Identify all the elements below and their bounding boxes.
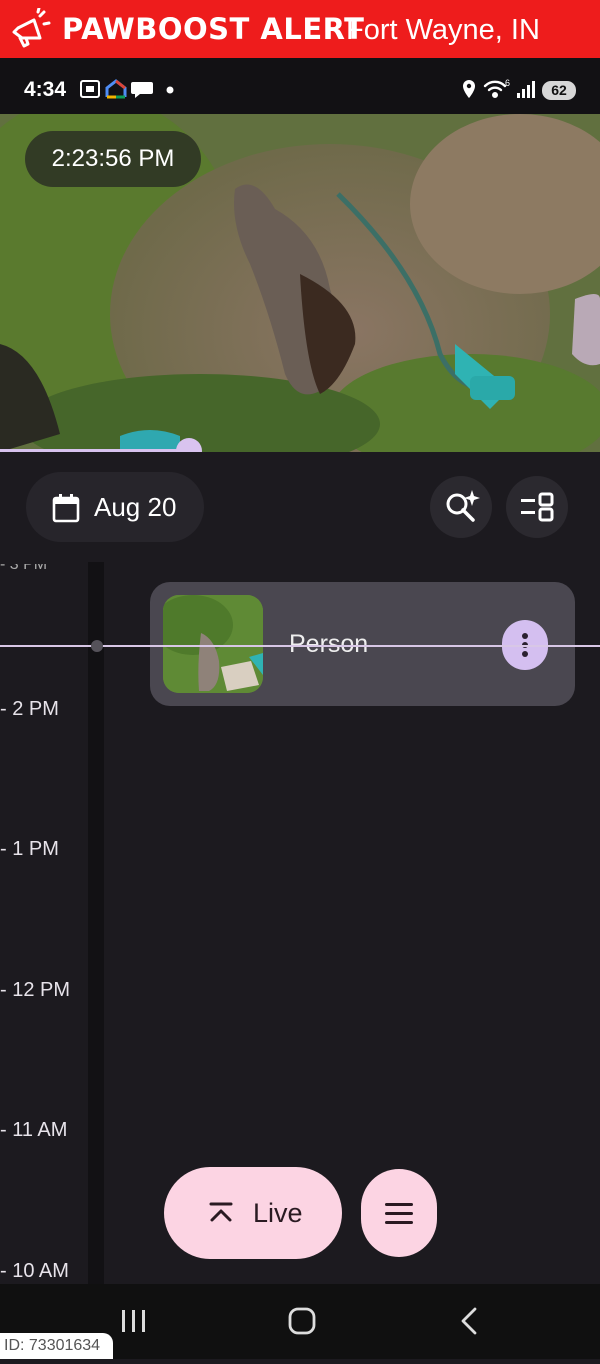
timeline-track (88, 562, 104, 1359)
camera-timestamp: 2:23:56 PM (25, 131, 201, 187)
home-icon[interactable] (288, 1307, 316, 1335)
smart-search-button[interactable] (430, 476, 492, 538)
event-thumbnail[interactable] (163, 595, 263, 693)
hour-label: - 2 PM (0, 698, 59, 720)
recent-apps-icon[interactable] (122, 1310, 145, 1332)
live-label: Live (253, 1198, 303, 1228)
wifi-icon (483, 80, 507, 99)
svg-text:6: 6 (505, 78, 510, 88)
listing-id: ID: 73301634 (0, 1333, 113, 1359)
screenshot-icon (80, 80, 100, 98)
date-picker-button[interactable]: Aug 20 (26, 472, 204, 542)
battery-indicator: 62 (542, 81, 576, 100)
current-time-indicator (0, 645, 600, 647)
jump-to-live-icon (209, 1202, 233, 1222)
menu-icon (385, 1203, 413, 1224)
location-icon (463, 80, 475, 98)
event-thumbnail-image (163, 595, 263, 693)
status-bar: 4:34 6 62 (0, 58, 600, 114)
hour-label: - 1 PM (0, 838, 59, 860)
system-icons: 6 (463, 78, 535, 99)
hour-label: - 10 AM (0, 1260, 69, 1282)
google-home-icon (105, 79, 127, 99)
live-button[interactable]: Live (164, 1167, 342, 1259)
hour-label: - 12 PM (0, 979, 71, 1001)
sparkle-search-icon (446, 490, 480, 522)
pawboost-banner: PAWBOOST ALERT Fort Wayne, IN (0, 0, 600, 58)
back-icon[interactable] (461, 1307, 477, 1335)
chat-icon (131, 82, 153, 98)
calendar-icon (52, 494, 80, 523)
dot-icon (166, 86, 174, 94)
view-toggle-icon (521, 492, 554, 522)
banner-location: Fort Wayne, IN (346, 14, 540, 46)
current-time-dot (91, 640, 103, 652)
menu-button[interactable] (361, 1169, 437, 1257)
banner-brand: PAWBOOST ALERT (62, 12, 365, 46)
megaphone-icon (12, 8, 51, 48)
date-label: Aug 20 (94, 492, 177, 522)
signal-icon (517, 81, 535, 98)
notification-icons (80, 79, 174, 99)
status-time: 4:34 (24, 78, 67, 101)
view-toggle-button[interactable] (506, 476, 568, 538)
hour-label: - 11 AM (0, 1119, 68, 1141)
